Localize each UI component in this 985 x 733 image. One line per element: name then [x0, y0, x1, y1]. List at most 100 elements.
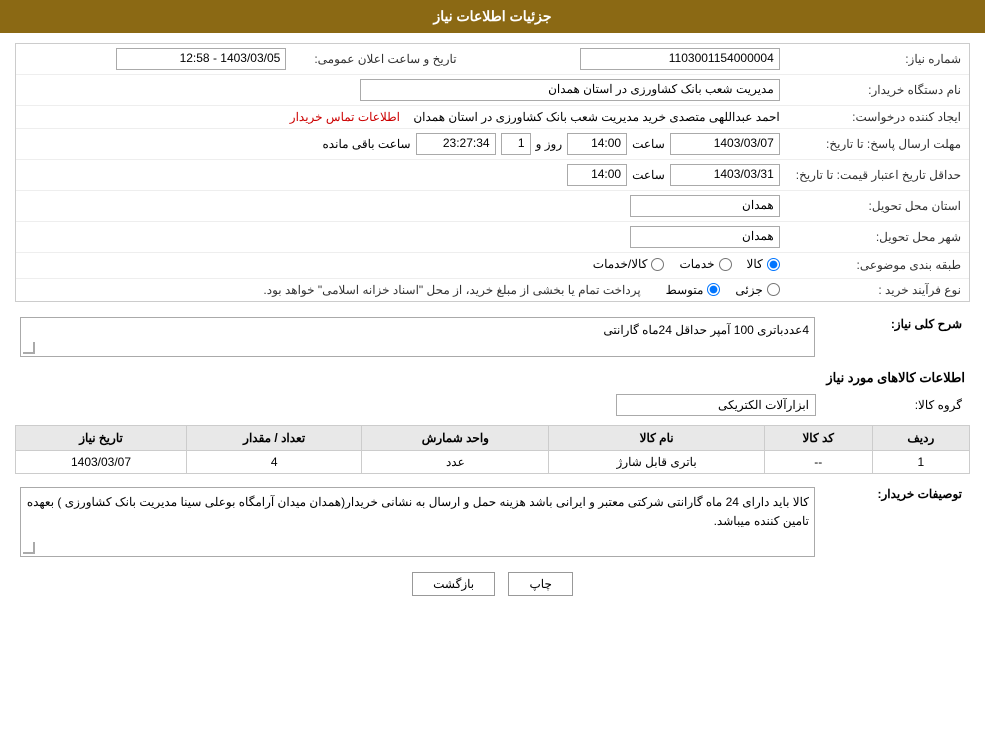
page-container: جزئیات اطلاعات نیاز شماره نیاز: 11030011…	[0, 0, 985, 733]
nam-dastgah-input: مدیریت شعب بانک کشاورزی در استان همدان	[360, 79, 780, 101]
shomare-niaz-label: شماره نیاز:	[788, 44, 969, 75]
col-radif: ردیف	[872, 425, 969, 450]
radio-jazee-label: جزئی	[735, 283, 762, 297]
cell-nam_kala: باتری قابل شارژ	[549, 450, 765, 473]
ijad-konande-text: احمد عبداللهی متصدی خرید مدیریت شعب بانک…	[413, 110, 779, 124]
radio-kala-khadamat-label: کالا/خدمات	[593, 257, 648, 271]
cell-tedad: 4	[187, 450, 362, 473]
radio-kala-khadamat-item[interactable]: کالا/خدمات	[593, 257, 665, 271]
tabaqe-radio-group: کالا خدمات کالا/خدمات	[593, 257, 780, 271]
radio-khadamat[interactable]	[719, 258, 732, 271]
print-button[interactable]: چاپ	[508, 572, 572, 596]
radio-kala-khadamat[interactable]	[651, 258, 664, 271]
tabaqe-label: طبقه بندی موضوعی:	[788, 253, 969, 279]
shrh-niaz-text: 4عددباتری 100 آمپر حداقل 24ماه گارانتی	[603, 323, 809, 337]
radio-kala-item[interactable]: کالا	[747, 257, 780, 271]
row-nam-dastgah: نام دستگاه خریدار: مدیریت شعب بانک کشاور…	[16, 75, 969, 106]
group-table: گروه کالا: ابزارآلات الکتریکی	[15, 390, 970, 420]
info-section: شماره نیاز: 1103001154000004 تاریخ و ساع…	[15, 43, 970, 302]
col-vahed: واحد شمارش	[362, 425, 549, 450]
row-shahr: شهر محل تحویل: همدان	[16, 222, 969, 253]
ostan-label: استان محل تحویل:	[788, 191, 969, 222]
shrh-table: شرح کلی نیاز: 4عددباتری 100 آمپر حداقل 2…	[15, 312, 970, 362]
shrh-label: شرح کلی نیاز:	[820, 312, 970, 362]
button-row: چاپ بازگشت	[15, 562, 970, 606]
no-faraind-desc: پرداخت تمام یا بخشی از مبلغ خرید، از محل…	[263, 283, 640, 297]
col-nam-kala: نام کالا	[549, 425, 765, 450]
mohlat-roz-label: روز و	[536, 137, 563, 151]
shrh-row: شرح کلی نیاز: 4عددباتری 100 آمپر حداقل 2…	[15, 312, 970, 362]
mohlat-date-input: 1403/03/07	[670, 133, 780, 155]
radio-kala-label: کالا	[747, 257, 763, 271]
no-faraind-row: جزئی متوسط پرداخت تمام یا بخشی از مبلغ خ…	[24, 283, 780, 297]
items-table: ردیف کد کالا نام کالا واحد شمارش تعداد /…	[15, 425, 970, 474]
tarikh-value: 1403/03/05 - 12:58	[16, 44, 294, 75]
tossif-row: توصیفات خریدار: کالا باید دارای 24 ماه گ…	[15, 482, 970, 562]
main-content: شماره نیاز: 1103001154000004 تاریخ و ساع…	[0, 33, 985, 616]
no-faraind-value: جزئی متوسط پرداخت تمام یا بخشی از مبلغ خ…	[16, 278, 788, 301]
shahr-input: همدان	[630, 226, 780, 248]
contact-link[interactable]: اطلاعات تماس خریدار	[290, 110, 400, 124]
group-kala-box: ابزارآلات الکتریکی	[616, 394, 816, 416]
radio-kala[interactable]	[767, 258, 780, 271]
ostan-input: همدان	[630, 195, 780, 217]
mohlat-remaining-label: ساعت باقی مانده	[323, 137, 411, 151]
tossif-label: توصیفات خریدار:	[820, 482, 970, 562]
mohlat-time-input: 14:00	[567, 133, 627, 155]
nam-dastgah-label: نام دستگاه خریدار:	[788, 75, 969, 106]
group-row: گروه کالا: ابزارآلات الکتریکی	[15, 390, 970, 420]
row-no-faraind: نوع فرآیند خرید : جزئی متوسط پرداخت	[16, 278, 969, 301]
radio-jazee-item[interactable]: جزئی	[735, 283, 779, 297]
tarikh-label: تاریخ و ساعت اعلان عمومی:	[294, 44, 464, 75]
tossif-box: کالا باید دارای 24 ماه گارانتی شرکتی معت…	[20, 487, 815, 557]
mohlat-label: مهلت ارسال پاسخ: تا تاریخ:	[788, 129, 969, 160]
row-ijad-konande: ایجاد کننده درخواست: احمد عبداللهی متصدی…	[16, 106, 969, 129]
no-faraind-label: نوع فرآیند خرید :	[788, 278, 969, 301]
radio-khadamat-label: خدمات	[679, 257, 714, 271]
cell-kod_kala: --	[764, 450, 872, 473]
page-title: جزئیات اطلاعات نیاز	[433, 8, 551, 24]
radio-khadamat-item[interactable]: خدمات	[679, 257, 731, 271]
col-tedad: تعداد / مقدار	[187, 425, 362, 450]
radio-motavaset-item[interactable]: متوسط	[666, 283, 721, 297]
tabaqe-value: کالا خدمات کالا/خدمات	[16, 253, 788, 279]
group-kala-label: گروه کالا:	[820, 390, 970, 420]
row-ostan: استان محل تحویل: همدان	[16, 191, 969, 222]
radio-motavaset[interactable]	[707, 283, 720, 296]
back-button[interactable]: بازگشت	[412, 572, 495, 596]
shrh-niaz-box: 4عددباتری 100 آمپر حداقل 24ماه گارانتی	[20, 317, 815, 357]
hadaghol-date-input: 1403/03/31	[670, 164, 780, 186]
col-kod-kala: کد کالا	[764, 425, 872, 450]
shrh-value-cell: 4عددباتری 100 آمپر حداقل 24ماه گارانتی	[15, 312, 820, 362]
radio-motavaset-label: متوسط	[666, 283, 704, 297]
hadaghol-saaat-label: ساعت	[632, 168, 665, 182]
tossif-text: کالا باید دارای 24 ماه گارانتی شرکتی معت…	[27, 495, 809, 528]
hadaghol-label: حداقل تاریخ اعتبار قیمت: تا تاریخ:	[788, 160, 969, 191]
mohlat-value: 1403/03/07 ساعت 14:00 روز و 1 23:27:34 س…	[16, 129, 788, 160]
group-kala-value-cell: ابزارآلات الکتریکی	[15, 390, 820, 420]
row-tabaqe: طبقه بندی موضوعی: کالا خدمات	[16, 253, 969, 279]
shomare-niaz-input: 1103001154000004	[580, 48, 780, 70]
mohlat-days-input: 1	[501, 133, 531, 155]
row-shomare: شماره نیاز: 1103001154000004 تاریخ و ساع…	[16, 44, 969, 75]
ostan-value: همدان	[16, 191, 788, 222]
shahr-value: همدان	[16, 222, 788, 253]
hadaghol-time-input: 14:00	[567, 164, 627, 186]
items-table-head: ردیف کد کالا نام کالا واحد شمارش تعداد /…	[16, 425, 970, 450]
ijad-konande-value: احمد عبداللهی متصدی خرید مدیریت شعب بانک…	[16, 106, 788, 129]
col-tarikh: تاریخ نیاز	[16, 425, 187, 450]
radio-jazee[interactable]	[767, 283, 780, 296]
mohlat-saaat-label: ساعت	[632, 137, 665, 151]
tossif-table: توصیفات خریدار: کالا باید دارای 24 ماه گ…	[15, 482, 970, 562]
mohlat-clock-input: 23:27:34	[416, 133, 496, 155]
mohlat-time-row: 1403/03/07 ساعت 14:00 روز و 1 23:27:34 س…	[24, 133, 780, 155]
page-header: جزئیات اطلاعات نیاز	[0, 0, 985, 33]
shomare-niaz-value: 1103001154000004	[465, 44, 788, 75]
nam-dastgah-value: مدیریت شعب بانک کشاورزی در استان همدان	[16, 75, 788, 106]
row-mohlat: مهلت ارسال پاسخ: تا تاریخ: 1403/03/07 سا…	[16, 129, 969, 160]
cell-radif: 1	[872, 450, 969, 473]
hadaghol-value: 1403/03/31 ساعت 14:00	[16, 160, 788, 191]
ijad-konande-label: ایجاد کننده درخواست:	[788, 106, 969, 129]
tarikh-input: 1403/03/05 - 12:58	[116, 48, 286, 70]
items-header-row: ردیف کد کالا نام کالا واحد شمارش تعداد /…	[16, 425, 970, 450]
